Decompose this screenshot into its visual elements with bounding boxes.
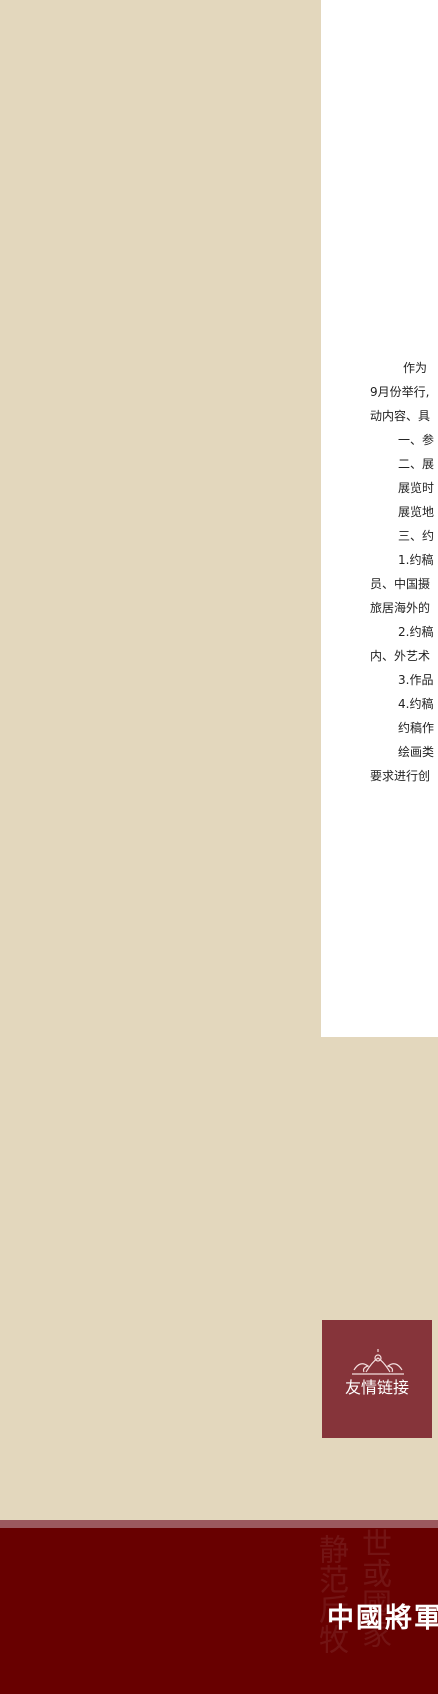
article-line: 内、外艺术 <box>370 649 431 663</box>
article-line: 三、约 <box>398 529 435 543</box>
footer-logo[interactable]: 中國將軍 <box>327 1596 438 1635</box>
article-line: 旅居海外的 <box>370 601 431 615</box>
article-line: 展览地 <box>398 505 435 519</box>
article-line: 要求进行创 <box>370 769 431 783</box>
article-line: 2.约稿 <box>398 625 434 639</box>
article-line: 动内容、具 <box>370 409 431 423</box>
article-line: 3.作品 <box>398 673 434 687</box>
article-panel: 作为 9月份举行, 动内容、具 一、参 二、展 展览时 展览地 三、约 1.约稿… <box>321 0 438 1037</box>
article-line: 一、参 <box>398 433 435 447</box>
article-line: 约稿作 <box>398 721 435 735</box>
footer: 世或國家 静范后牧 中國將軍 <box>0 1528 438 1694</box>
article-line: 绘画类 <box>398 745 435 759</box>
article-line: 员、中国摄 <box>370 577 431 591</box>
friend-links-button[interactable]: 友情链接 <box>322 1320 432 1438</box>
article-line: 4.约稿 <box>398 697 434 711</box>
footer-divider <box>0 1520 438 1528</box>
calligraphy-background: 静范后牧 <box>313 1534 348 1654</box>
article-line: 9月份举行, <box>370 385 430 399</box>
article-line: 作为 <box>403 361 428 375</box>
article-line: 展览时 <box>398 481 435 495</box>
article-line: 二、展 <box>398 457 435 471</box>
friend-links-label: 友情链接 <box>344 1378 409 1397</box>
article-line: 1.约稿 <box>398 553 434 567</box>
